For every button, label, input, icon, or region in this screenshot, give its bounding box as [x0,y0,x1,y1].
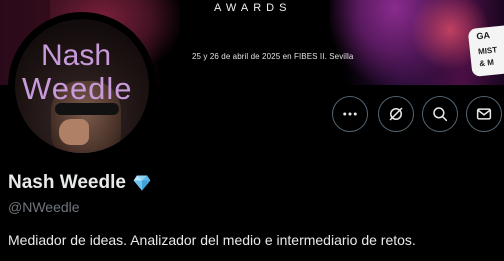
avatar-photo: Nash Weedle [15,19,149,153]
avatar-text-line-1: Nash [41,39,112,72]
sponsor-line-1: GA [475,30,491,42]
message-button[interactable] [466,96,502,132]
banner-sponsor-badge: GA MIST & M [467,22,504,78]
avatar[interactable]: Nash Weedle [8,12,156,160]
more-button[interactable] [332,96,368,132]
search-button[interactable] [422,96,458,132]
mail-icon [476,108,492,120]
banner-awards-text: AWARDS [214,2,292,14]
profile-handle: @NWeedle [8,199,80,215]
banner-event-text: 25 y 26 de abril de 2025 en FIBES II. Se… [192,52,354,61]
avatar-text-line-2: Weedle [22,71,133,106]
display-name: Nash Weedle [8,172,126,193]
profile-bio: Mediador de ideas. Analizador del medio … [8,232,416,248]
gem-icon[interactable] [132,173,152,193]
grok-button[interactable] [378,96,414,132]
sponsor-line-3: & M [478,57,495,69]
more-icon [343,112,357,116]
profile-name-row: Nash Weedle [8,172,152,194]
grok-icon [389,107,403,121]
search-icon [433,107,448,122]
sponsor-line-2: MIST [477,45,498,57]
avatar-hand [59,119,89,145]
